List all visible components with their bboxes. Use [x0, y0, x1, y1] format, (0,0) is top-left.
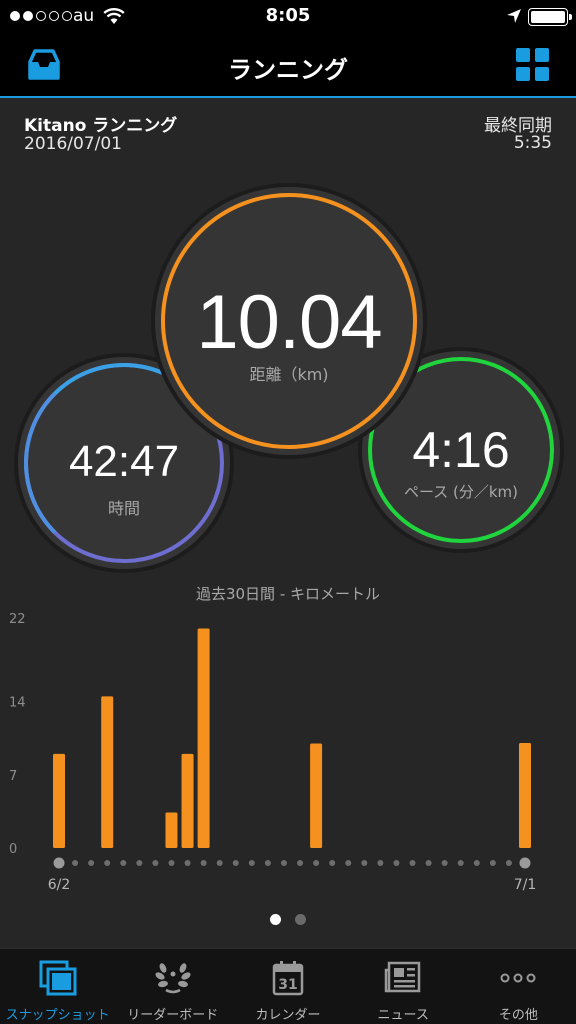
x-axis-day-dot: [184, 860, 191, 866]
location-arrow-icon: [507, 9, 521, 23]
distance-value: 10.04: [196, 280, 382, 365]
x-axis-day-dot: [441, 860, 448, 866]
more-icon: [500, 973, 536, 983]
x-axis-day-dot: [200, 860, 207, 866]
battery-icon: [528, 8, 572, 26]
y-tick-label: 22: [9, 612, 26, 627]
x-axis-day-dot: [425, 860, 432, 866]
calendar-day-number: 31: [278, 977, 297, 993]
last-sync-time: 5:35: [513, 133, 552, 153]
tab-news-label: ニュース: [377, 1008, 429, 1023]
bar-2: [165, 812, 178, 848]
x-axis-day-dot: [393, 860, 400, 866]
x-axis-day-dot: [120, 860, 127, 866]
x-axis-day-dot: [104, 860, 111, 866]
x-axis-day-dot: [88, 860, 95, 866]
x-axis-day-dot: [136, 860, 143, 866]
x-axis-day-dot: [216, 860, 223, 866]
tab-more-label: その他: [498, 1008, 538, 1023]
distance-label: 距離（km): [249, 365, 329, 384]
x-axis-day-dot: [152, 860, 159, 866]
bar-6: [519, 743, 531, 848]
y-tick-label: 7: [9, 769, 17, 784]
bar-5: [310, 743, 323, 848]
tab-leaderboard-label: リーダーボード: [127, 1008, 219, 1023]
y-tick-label: 14: [9, 696, 26, 711]
x-axis-day-dot: [329, 860, 336, 866]
x-axis-day-dot: [264, 860, 271, 866]
x-axis-end-dot: [53, 857, 65, 869]
bar-0: [53, 753, 65, 848]
x-axis-day-dot: [168, 860, 175, 866]
tab-leaderboard[interactable]: リーダーボード: [115, 949, 230, 1024]
x-axis-day-dot: [377, 860, 384, 866]
x-axis-day-dot: [505, 860, 512, 866]
x-axis-day-dot: [409, 860, 416, 866]
x-axis-day-dot: [473, 860, 480, 866]
grid-icon[interactable]: [516, 48, 550, 82]
pace-value: 4:16: [412, 422, 510, 478]
calendar-icon: 31: [272, 961, 304, 996]
x-end-label: 7/1: [514, 877, 537, 893]
tab-bar: スナップショット リーダーボード 31 カレンダー ニュース その他: [0, 948, 576, 1024]
status-bar: au 8:05: [0, 0, 576, 34]
x-axis-end-dot: [519, 857, 531, 869]
distance-bar-chart: 0 7 14 22 6/2 7/1: [9, 612, 537, 893]
news-icon: [384, 961, 421, 993]
page-title: ランニング: [228, 56, 348, 84]
x-axis-day-dot: [313, 860, 320, 866]
x-axis-day-dot: [489, 860, 496, 866]
tab-more[interactable]: その他: [461, 949, 576, 1024]
activity-date: 2016/07/01: [24, 134, 122, 154]
y-tick-label: 0: [9, 842, 17, 857]
x-axis-day-dot: [280, 860, 287, 866]
pace-label: ペース (分／km): [403, 483, 519, 501]
time-label: 時間: [107, 499, 140, 518]
tab-calendar-label: カレンダー: [255, 1008, 321, 1023]
x-start-label: 6/2: [48, 877, 71, 893]
laurel-icon: [155, 963, 191, 994]
bar-3: [181, 753, 194, 848]
bar-4: [197, 628, 210, 848]
tab-snapshot-label: スナップショット: [5, 1008, 110, 1023]
activity-name: Kitano ランニング: [24, 116, 178, 136]
tab-snapshot[interactable]: スナップショット: [0, 949, 115, 1024]
page-dot[interactable]: [270, 914, 281, 925]
x-axis-day-dot: [457, 860, 464, 866]
page-indicator[interactable]: [0, 914, 576, 925]
x-axis-day-dot: [248, 860, 255, 866]
x-axis-day-dot: [345, 860, 352, 866]
x-axis-day-dot: [361, 860, 368, 866]
x-axis-day-dot: [72, 860, 79, 866]
tab-calendar[interactable]: 31 カレンダー: [230, 949, 345, 1024]
status-time: 8:05: [265, 5, 311, 26]
bar-1: [101, 696, 114, 848]
x-axis-day-dot: [297, 860, 304, 866]
x-axis-day-dot: [232, 860, 239, 866]
page-dot[interactable]: [295, 914, 306, 925]
time-value: 42:47: [68, 437, 180, 486]
nav-bar: ランニング: [0, 34, 576, 98]
distance-stat-circle[interactable]: 10.04 距離（km): [155, 187, 423, 455]
snapshot-icon: [39, 960, 77, 996]
tab-news[interactable]: ニュース: [346, 949, 461, 1024]
